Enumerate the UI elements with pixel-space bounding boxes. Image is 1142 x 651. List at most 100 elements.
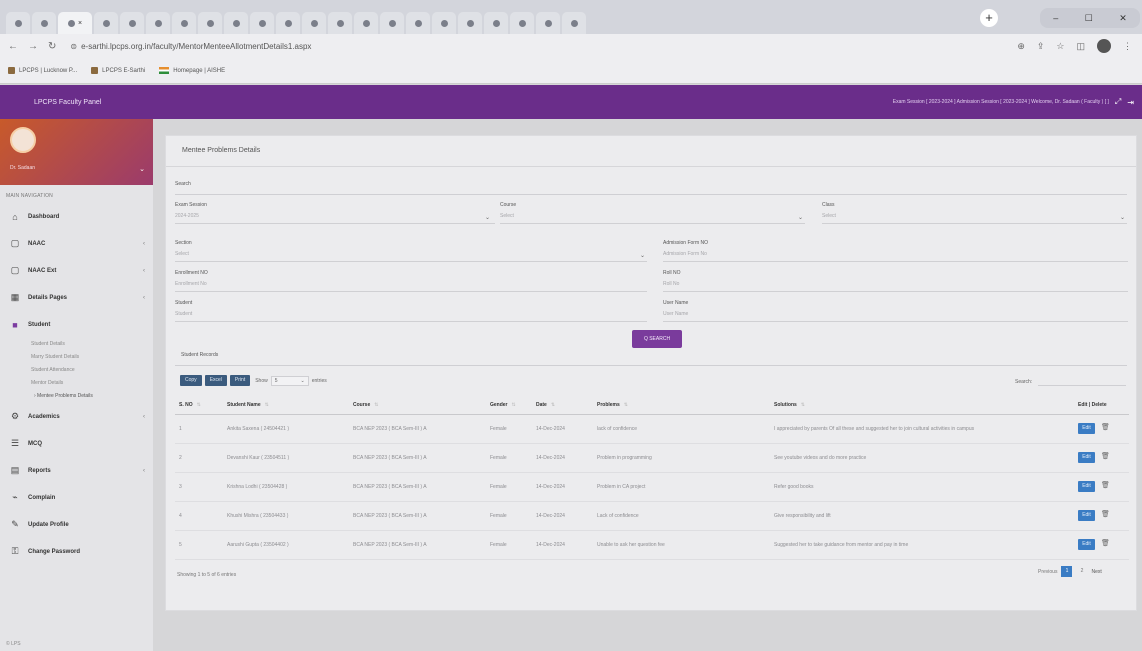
browser-tab[interactable] (380, 12, 404, 34)
browser-tab[interactable] (406, 12, 430, 34)
browser-tab[interactable] (458, 12, 482, 34)
column-header[interactable]: Student Name (223, 396, 349, 415)
browser-tab[interactable] (562, 12, 586, 34)
sidebar-item-complain[interactable]: ⌁ Complain (0, 484, 153, 511)
browser-tab[interactable] (224, 12, 248, 34)
cell-date: 14-Dec-2024 (532, 443, 593, 473)
app-brand[interactable]: LPCPS Faculty Panel (34, 99, 101, 106)
menu-icon[interactable]: ⋮ (1123, 41, 1132, 52)
sidebar-item-naac[interactable]: ▢ NAAC ‹ (0, 230, 153, 257)
browser-tab[interactable] (484, 12, 508, 34)
sidebar-subitem-mentor-details[interactable]: Mentor Details (0, 377, 153, 390)
pagination-next[interactable]: Next (1091, 569, 1101, 575)
column-header[interactable]: Solutions (770, 396, 1074, 415)
zoom-icon[interactable]: ⊕ (1017, 41, 1025, 52)
trash-icon[interactable]: 🗑 (1101, 539, 1110, 547)
exam-session-field[interactable]: Exam Session 2024-2025 ⌄ (175, 202, 495, 224)
browser-tab[interactable] (302, 12, 326, 34)
reload-icon[interactable]: ↻ (48, 41, 56, 52)
sidebar-item-details-pages[interactable]: ▦ Details Pages ‹ (0, 284, 153, 311)
bookmark-item[interactable]: LPCPS E-Sarthi (91, 67, 145, 74)
copy-button[interactable]: Copy (180, 375, 202, 386)
url-field[interactable]: ⊜ e-sarthi.lpcps.org.in/faculty/MentorMe… (70, 42, 950, 51)
entries-select[interactable]: 5 ⌄ (270, 375, 309, 386)
column-header[interactable]: S. NO (175, 396, 223, 415)
forward-icon[interactable]: → (28, 41, 38, 52)
sidebar-item-mcq[interactable]: ☰ MCQ (0, 430, 153, 457)
browser-tab-active[interactable]: × (58, 12, 92, 34)
trash-icon[interactable]: 🗑 (1101, 423, 1110, 431)
section-select[interactable]: Section Select ⌄ (175, 240, 647, 262)
enrollment-no-input[interactable]: Enrollment NO Enrollment No (175, 270, 647, 292)
pagination-page[interactable]: 1 (1061, 566, 1073, 577)
browser-tab[interactable] (172, 12, 196, 34)
class-select[interactable]: Class Select ⌄ (822, 202, 1127, 224)
profile-avatar[interactable] (1097, 39, 1111, 53)
bookmark-item[interactable]: LPCPS | Lucknow P... (8, 67, 77, 74)
roll-no-input[interactable]: Roll NO Roll No (663, 270, 1128, 292)
site-info-icon[interactable]: ⊜ (70, 42, 77, 51)
maximize-icon[interactable]: ☐ (1085, 13, 1093, 24)
close-window-icon[interactable]: ✕ (1119, 13, 1127, 24)
sidepanel-icon[interactable]: ◫ (1076, 41, 1085, 52)
admission-form-no-input[interactable]: Admission Form NO Admission Form No (663, 240, 1128, 262)
browser-tab[interactable] (6, 12, 30, 34)
sidebar-item-academics[interactable]: ⚙ Academics ‹ (0, 403, 153, 430)
browser-tab[interactable] (250, 12, 274, 34)
user-profile-panel[interactable]: Dr. Sadaan ⌄ (0, 119, 153, 185)
column-header[interactable]: Gender (486, 396, 532, 415)
sidebar-subitem-mentee-problems[interactable]: › Mentee Problems Details (0, 390, 153, 403)
sidebar-item-naac-ext[interactable]: ▢ NAAC Ext ‹ (0, 257, 153, 284)
edit-button[interactable]: Edit (1078, 539, 1095, 550)
browser-tab[interactable] (536, 12, 560, 34)
pagination-page[interactable]: 2 (1076, 566, 1087, 577)
browser-tab[interactable] (146, 12, 170, 34)
cell-course: BCA NEP 2023 ( BCA Sem-III ) A (349, 414, 486, 444)
bookmark-item[interactable]: Homepage | AISHE (159, 67, 225, 74)
print-button[interactable]: Print (229, 375, 251, 386)
sidebar-subitem-marry-student-details[interactable]: Marry Student Details (0, 351, 153, 364)
sidebar-item-reports[interactable]: ▤ Reports ‹ (0, 457, 153, 484)
browser-tab[interactable] (120, 12, 144, 34)
table-search-input[interactable] (1038, 376, 1126, 386)
new-tab-button[interactable]: + (980, 9, 998, 27)
edit-button[interactable]: Edit (1078, 452, 1095, 463)
back-icon[interactable]: ← (8, 41, 18, 52)
column-header[interactable]: Problems (593, 396, 770, 415)
bookmark-star-icon[interactable]: ☆ (1056, 41, 1064, 52)
excel-button[interactable]: Excel (204, 375, 227, 386)
share-icon[interactable]: ⇪ (1037, 41, 1045, 52)
edit-button[interactable]: Edit (1078, 423, 1095, 434)
close-icon[interactable]: × (78, 20, 82, 27)
edit-button[interactable]: Edit (1078, 481, 1095, 492)
browser-tab[interactable] (328, 12, 352, 34)
sidebar-subitem-student-attendance[interactable]: Student Attendance (0, 364, 153, 377)
trash-icon[interactable]: 🗑 (1101, 481, 1110, 489)
browser-tab[interactable] (276, 12, 300, 34)
browser-tab[interactable] (354, 12, 378, 34)
column-header[interactable]: Date (532, 396, 593, 415)
edit-button[interactable]: Edit (1078, 510, 1095, 521)
trash-icon[interactable]: 🗑 (1101, 510, 1110, 518)
chevron-down-icon[interactable]: ⌄ (139, 165, 145, 173)
browser-tab[interactable] (432, 12, 456, 34)
sidebar-subitem-student-details[interactable]: Student Details (0, 338, 153, 351)
user-name-input[interactable]: User Name User Name (663, 300, 1128, 322)
browser-tab[interactable] (198, 12, 222, 34)
trash-icon[interactable]: 🗑 (1101, 452, 1110, 460)
browser-tab[interactable] (32, 12, 56, 34)
logout-icon[interactable]: ⇥ (1127, 98, 1134, 107)
student-input[interactable]: Student Student (175, 300, 647, 322)
browser-tab[interactable] (510, 12, 534, 34)
pagination-previous[interactable]: Previous (1038, 569, 1057, 575)
expand-icon[interactable]: ⤢ (1115, 97, 1121, 107)
sidebar-item-update-profile[interactable]: ✎ Update Profile (0, 511, 153, 538)
sidebar-item-change-password[interactable]: ⚿ Change Password (0, 538, 153, 565)
sidebar-item-student[interactable]: ■ Student (0, 311, 153, 338)
minimize-icon[interactable]: – (1053, 13, 1058, 23)
search-button[interactable]: Q SEARCH (632, 330, 682, 348)
sidebar-item-dashboard[interactable]: ⌂ Dashboard (0, 203, 153, 230)
browser-tab[interactable] (94, 12, 118, 34)
course-select[interactable]: Course Select ⌄ (500, 202, 805, 224)
column-header[interactable]: Course (349, 396, 486, 415)
